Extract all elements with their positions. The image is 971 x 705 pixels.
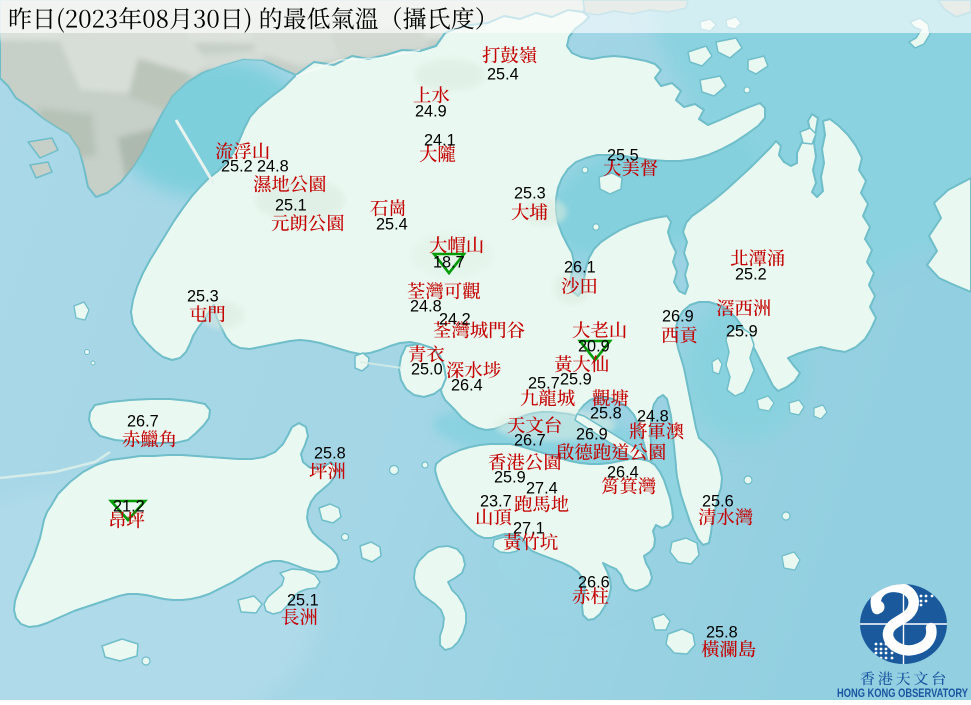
svg-text:26.1: 26.1 [564,259,596,277]
svg-text:27.1: 27.1 [513,520,545,538]
svg-text:23.7: 23.7 [480,493,512,511]
svg-text:25.8: 25.8 [590,405,622,423]
svg-text:25.0: 25.0 [411,361,443,379]
svg-text:26.6: 26.6 [578,574,610,592]
svg-text:25.8: 25.8 [314,445,346,463]
svg-text:25.8: 25.8 [706,624,738,642]
svg-text:25.9: 25.9 [560,371,592,389]
svg-text:25.2: 25.2 [735,266,767,284]
svg-text:26.4: 26.4 [607,464,639,482]
svg-text:24.8: 24.8 [637,408,669,426]
svg-text:25.9: 25.9 [494,469,526,487]
svg-text:25.1: 25.1 [275,197,307,215]
svg-text:25.9: 25.9 [726,323,758,341]
svg-text:25.5: 25.5 [607,147,639,165]
svg-text:24.8: 24.8 [410,298,442,316]
svg-text:25.3: 25.3 [187,288,219,306]
svg-text:26.7: 26.7 [127,413,159,431]
svg-text:25.1: 25.1 [287,592,319,610]
svg-text:24.1: 24.1 [424,132,456,150]
svg-text:25.6: 25.6 [702,493,734,511]
svg-text:25.3: 25.3 [514,185,546,203]
svg-text:26.9: 26.9 [576,426,608,444]
svg-text:18.7: 18.7 [433,254,465,272]
svg-text:25.4: 25.4 [487,66,519,84]
svg-text:25.7: 25.7 [528,375,560,393]
svg-text:24.2: 24.2 [439,311,471,329]
svg-text:26.9: 26.9 [662,308,694,326]
svg-text:25.2: 25.2 [221,158,253,176]
svg-text:HONG KONG OBSERVATORY: HONG KONG OBSERVATORY [837,686,968,700]
svg-text:21.2: 21.2 [113,498,145,516]
svg-text:20.9: 20.9 [578,338,610,356]
svg-text:27.4: 27.4 [526,480,558,498]
svg-text:26.4: 26.4 [451,377,483,395]
svg-text:24.8: 24.8 [257,158,289,176]
svg-text:26.7: 26.7 [514,432,546,450]
svg-text:25.4: 25.4 [376,216,408,234]
svg-text:24.9: 24.9 [415,103,447,121]
